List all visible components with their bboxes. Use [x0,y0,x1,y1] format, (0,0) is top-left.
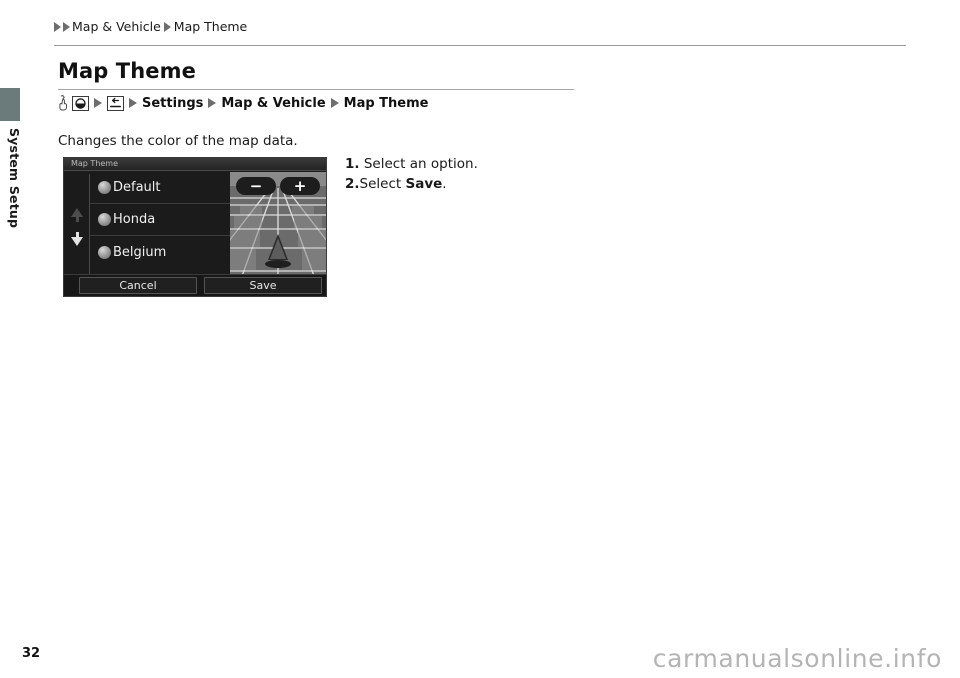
zoom-out-button[interactable]: − [236,177,276,195]
nav-path-item-map-vehicle: Map & Vehicle [221,95,326,111]
chevron-right-icon [94,98,102,108]
device-screenshot: Map Theme Default Honda Belgium − + Canc… [63,157,327,297]
option-label: Belgium [113,244,167,260]
chevron-right-icon [54,21,61,32]
step-2-number: 2. [345,176,360,192]
step-1-text: Select an option. [363,156,478,172]
title-divider [58,89,574,90]
chevron-right-icon [63,21,70,32]
step-2-post: . [442,176,447,192]
breadcrumb-item-map-vehicle: Map & Vehicle [72,19,161,34]
chevron-right-icon [129,98,137,108]
nav-path-item-settings: Settings [142,95,204,111]
section-label: System Setup [7,128,22,229]
chevron-right-icon [330,98,339,108]
breadcrumb-item-map-theme: Map Theme [173,19,248,34]
option-row-default[interactable]: Default [90,172,230,204]
header-divider [54,45,906,46]
breadcrumb: Map & Vehicle Map Theme [54,19,247,34]
device-button-bar: Cancel Save [64,274,326,296]
arrow-down-stem [76,232,79,237]
radio-icon[interactable] [98,213,111,226]
theme-option-list: Default Honda Belgium [90,172,230,276]
nav-path-item-map-theme: Map Theme [343,95,429,111]
arrow-up-stem [76,217,79,222]
zoom-in-button[interactable]: + [280,177,320,195]
scroll-controls[interactable] [67,172,86,276]
arrow-up-icon[interactable] [71,208,83,217]
step-1: 1. Select an option. [345,154,478,174]
step-2-bold: Save [405,176,443,192]
arrow-down-icon[interactable] [71,237,83,246]
watermark: carmanualsonline.info [652,644,942,673]
radio-icon[interactable] [98,245,111,259]
option-row-honda[interactable]: Honda [90,204,230,236]
back-arrow-icon [107,95,124,111]
option-label: Honda [113,212,156,227]
step-2: 2.Select Save. [345,174,478,194]
page-number: 32 [22,646,41,661]
step-2-pre: Select [359,176,406,192]
radio-icon[interactable] [98,181,111,194]
step-1-number: 1. [345,156,360,172]
map-preview[interactable]: − + [230,172,326,276]
page-description: Changes the color of the map data. [58,133,298,149]
option-label: Default [113,180,161,195]
page-title: Map Theme [58,59,196,83]
device-body: Default Honda Belgium − + [64,172,326,276]
chevron-right-icon [208,98,217,108]
save-button[interactable]: Save [204,277,322,294]
device-titlebar: Map Theme [64,158,326,171]
cancel-button[interactable]: Cancel [79,277,197,294]
device-title: Map Theme [71,159,119,168]
nav-path: Settings Map & Vehicle Map Theme [58,95,428,111]
option-row-belgium[interactable]: Belgium [90,236,230,268]
instruction-steps: 1. Select an option. 2.Select Save. [345,154,478,194]
nav-home-icon [72,95,89,111]
chevron-right-icon [163,21,171,32]
finger-press-icon [58,95,68,111]
section-tab-marker [0,88,20,121]
